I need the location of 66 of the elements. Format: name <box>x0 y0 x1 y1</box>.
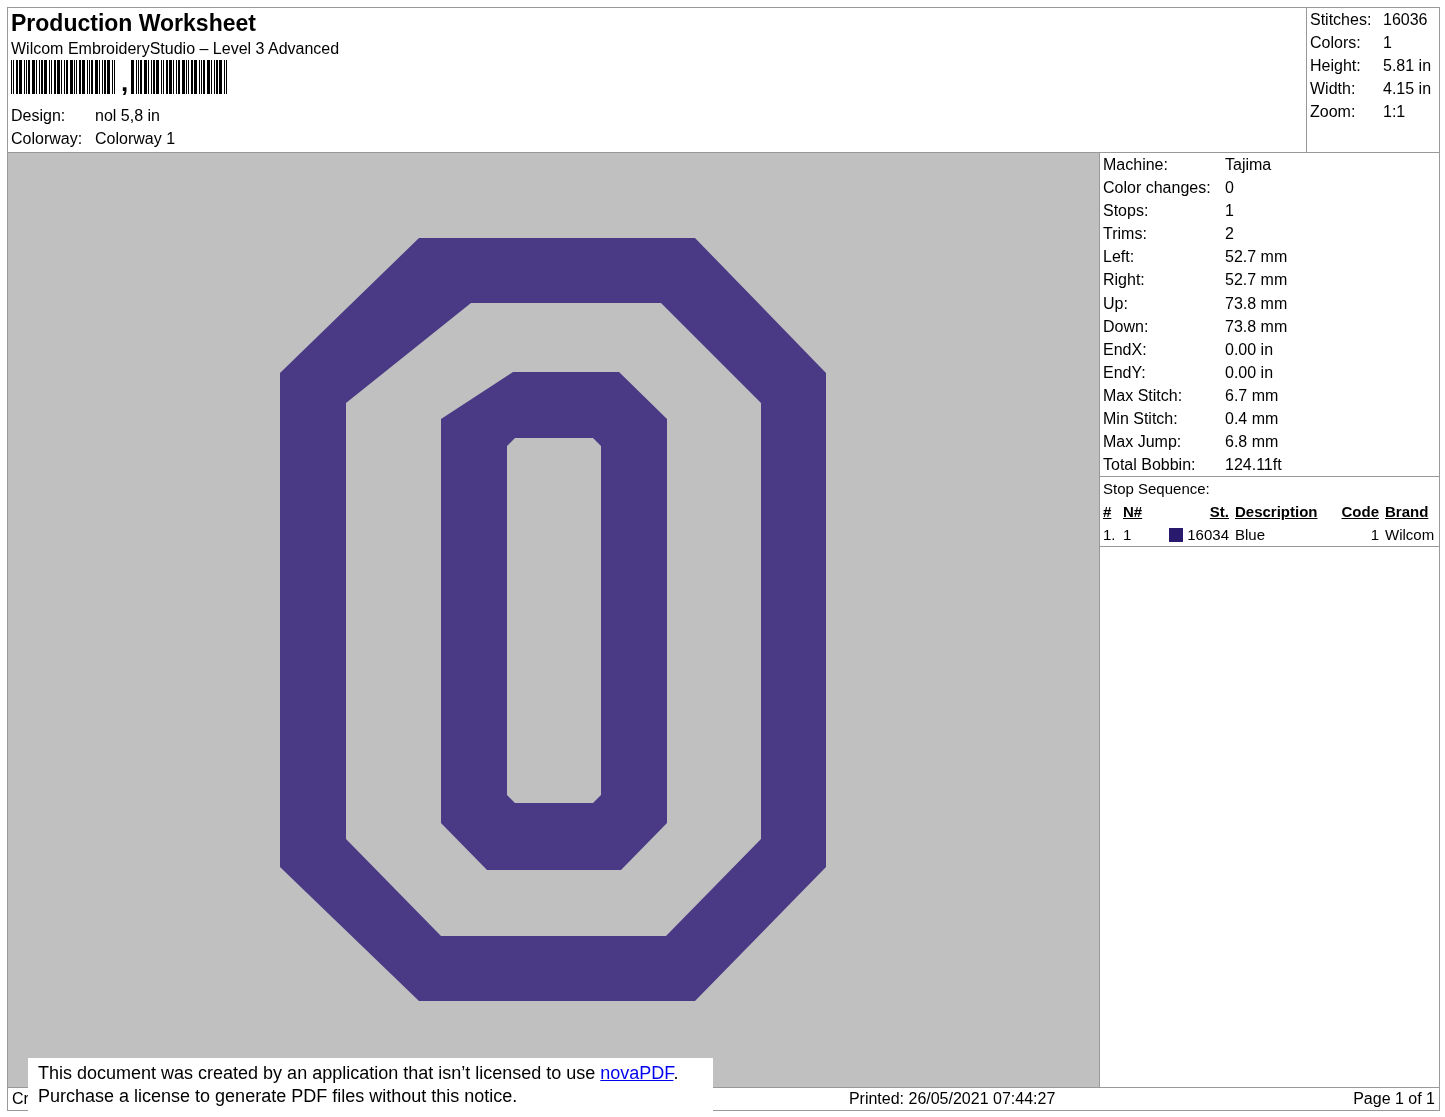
detail-label: Up: <box>1103 293 1129 314</box>
detail-label: Max Stitch: <box>1103 385 1184 406</box>
stat-label: Height: <box>1310 56 1362 76</box>
print-date: Printed: 26/05/2021 07:44:27 <box>848 1089 1056 1109</box>
table-cell-text: Wilcom <box>1385 525 1435 546</box>
stat-value: 16036 <box>1383 11 1428 28</box>
stat-label: Colors: <box>1310 33 1362 53</box>
stat-value: 1:1 <box>1383 103 1406 120</box>
detail-label: Down: <box>1103 316 1150 337</box>
column-header: Description <box>1235 502 1318 523</box>
detail-label: Max Jump: <box>1103 432 1183 453</box>
detail-value: 0.00 in <box>1225 340 1274 358</box>
detail-value: 0.00 in <box>1225 363 1274 381</box>
footer-text: Cr <box>12 1089 29 1109</box>
field-label: Design: <box>11 106 67 126</box>
detail-label: Machine: <box>1103 155 1169 175</box>
app-name: Wilcom EmbroideryStudio – Level 3 Advanced <box>11 39 341 59</box>
column-header: # <box>1103 502 1112 523</box>
detail-label: Left: <box>1103 247 1136 268</box>
barcode-separator: , <box>121 66 129 99</box>
detail-value: 73.8 mm <box>1225 294 1288 312</box>
stat-value: 4.15 in <box>1383 80 1432 97</box>
notice-text: Purchase a license to generate PDF files without this notice. <box>38 1085 519 1108</box>
detail-value: 2 <box>1225 225 1234 243</box>
stat-value: 1 <box>1383 34 1392 51</box>
detail-value: 52.7 mm <box>1225 271 1288 289</box>
stat-label: Zoom: <box>1310 102 1357 122</box>
column-header: Brand <box>1385 502 1429 523</box>
barcode-icon <box>11 60 118 94</box>
table-cell-text: 16034 <box>1187 525 1229 546</box>
stat-label: Width: <box>1310 79 1357 99</box>
detail-label: Trims: <box>1103 224 1148 245</box>
barcode-icon <box>131 60 230 94</box>
detail-label: Color changes: <box>1103 178 1212 199</box>
field-value: Colorway 1 <box>95 130 176 147</box>
detail-label: EndY: <box>1103 362 1147 383</box>
detail-value: 52.7 mm <box>1225 248 1288 266</box>
table-cell-text: 1 <box>1370 525 1379 546</box>
table-cell: Blue <box>1235 526 1266 544</box>
column-header: Code <box>1341 502 1379 523</box>
detail-label: EndX: <box>1103 339 1148 360</box>
detail-label: Total Bobbin: <box>1103 455 1197 476</box>
detail-value: 1 <box>1225 202 1234 220</box>
page-number: Page 1 of 1 <box>1353 1089 1435 1109</box>
field-value: nol 5,8 in <box>95 107 160 124</box>
detail-value: 73.8 mm <box>1225 317 1288 335</box>
detail-value: 6.7 mm <box>1225 386 1279 404</box>
detail-label: Min Stitch: <box>1103 409 1179 430</box>
column-header: N# <box>1123 502 1143 523</box>
license-link[interactable]: novaPDF <box>600 1063 674 1083</box>
detail-label: Right: <box>1103 270 1146 291</box>
document-title: Production Worksheet <box>11 9 257 37</box>
notice-text: This document was created by an application that isn’t licensed to use novaPDF. <box>38 1062 680 1085</box>
detail-value: Tajima <box>1225 156 1272 173</box>
field-label: Colorway: <box>11 129 84 149</box>
detail-value: 0.4 mm <box>1225 410 1279 428</box>
table-cell: 1 <box>1123 526 1132 544</box>
column-header: St. <box>1209 502 1229 523</box>
detail-value: 124.11ft <box>1225 456 1282 474</box>
stat-label: Stitches: <box>1310 10 1373 30</box>
stat-value: 5.81 in <box>1383 57 1432 74</box>
detail-value: 0 <box>1225 179 1234 197</box>
detail-value: 6.8 mm <box>1225 433 1279 451</box>
table-cell: 1. <box>1103 526 1116 544</box>
section-title: Stop Sequence: <box>1103 479 1211 500</box>
detail-label: Stops: <box>1103 201 1150 222</box>
